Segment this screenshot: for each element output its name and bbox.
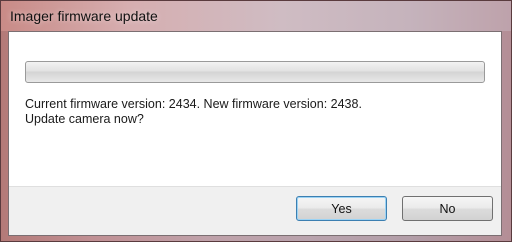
title-bar[interactable]: Imager firmware update: [1, 1, 511, 31]
window-title: Imager firmware update: [10, 8, 158, 24]
update-prompt-text: Update camera now?: [25, 112, 144, 126]
update-progress-bar: [25, 61, 485, 83]
firmware-message: Current firmware version: 2434. New firm…: [25, 97, 485, 127]
yes-button[interactable]: Yes: [296, 196, 387, 221]
no-button[interactable]: No: [402, 196, 493, 221]
firmware-version-text: Current firmware version: 2434. New firm…: [25, 97, 362, 111]
